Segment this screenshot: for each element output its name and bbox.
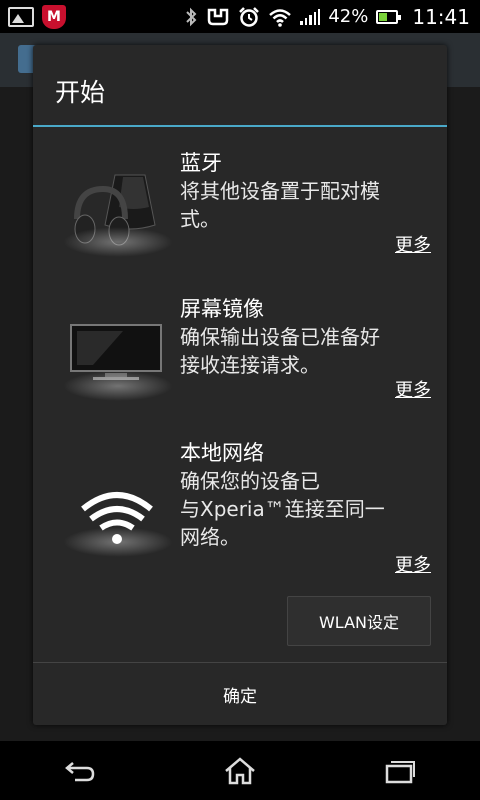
screen-mirroring-description: 确保输出设备已准备好 接收连接请求。 (180, 325, 380, 377)
start-dialog: 开始 蓝牙 将其他设备置于配对模 式。 更多 屏幕镜像 确保输出设备已准备好 接… (33, 45, 447, 725)
screen-mirroring-more-link[interactable]: 更多 (395, 376, 431, 402)
nfc-icon (208, 8, 229, 25)
local-network-wifi-icon (63, 467, 173, 557)
home-icon (225, 756, 255, 784)
home-button[interactable] (210, 751, 270, 791)
local-network-more-link[interactable]: 更多 (395, 551, 431, 577)
dialog-title: 开始 (55, 78, 106, 107)
wlan-settings-button[interactable]: WLAN设定 (287, 596, 431, 646)
alarm-icon (239, 6, 260, 27)
bluetooth-icon (186, 7, 197, 26)
picture-icon (8, 6, 34, 27)
signal-icon (300, 8, 321, 25)
screen-mirroring-title: 屏幕镜像 (180, 297, 264, 321)
status-bar: M 42% 11:41 (0, 0, 480, 33)
headphones-speaker-icon (63, 167, 173, 257)
battery-icon (376, 9, 402, 24)
clock: 11:41 (412, 4, 470, 29)
tv-icon (63, 311, 173, 401)
local-network-description: 确保您的设备已 与Xperia™连接至同一 网络。 (180, 469, 385, 549)
recent-apps-button[interactable] (370, 751, 430, 791)
local-network-title: 本地网络 (180, 441, 264, 465)
bluetooth-description: 将其他设备置于配对模 式。 (180, 179, 380, 231)
back-button[interactable] (50, 751, 110, 791)
mcafee-icon: M (42, 4, 66, 29)
title-divider (33, 125, 447, 127)
bluetooth-more-link[interactable]: 更多 (395, 231, 431, 257)
back-icon (65, 761, 95, 781)
ok-button[interactable]: 确定 (33, 663, 447, 725)
navigation-bar (0, 741, 480, 800)
battery-percent: 42% (328, 6, 369, 27)
bluetooth-title: 蓝牙 (180, 151, 222, 175)
wifi-icon (269, 8, 292, 27)
recent-apps-icon (385, 760, 415, 783)
